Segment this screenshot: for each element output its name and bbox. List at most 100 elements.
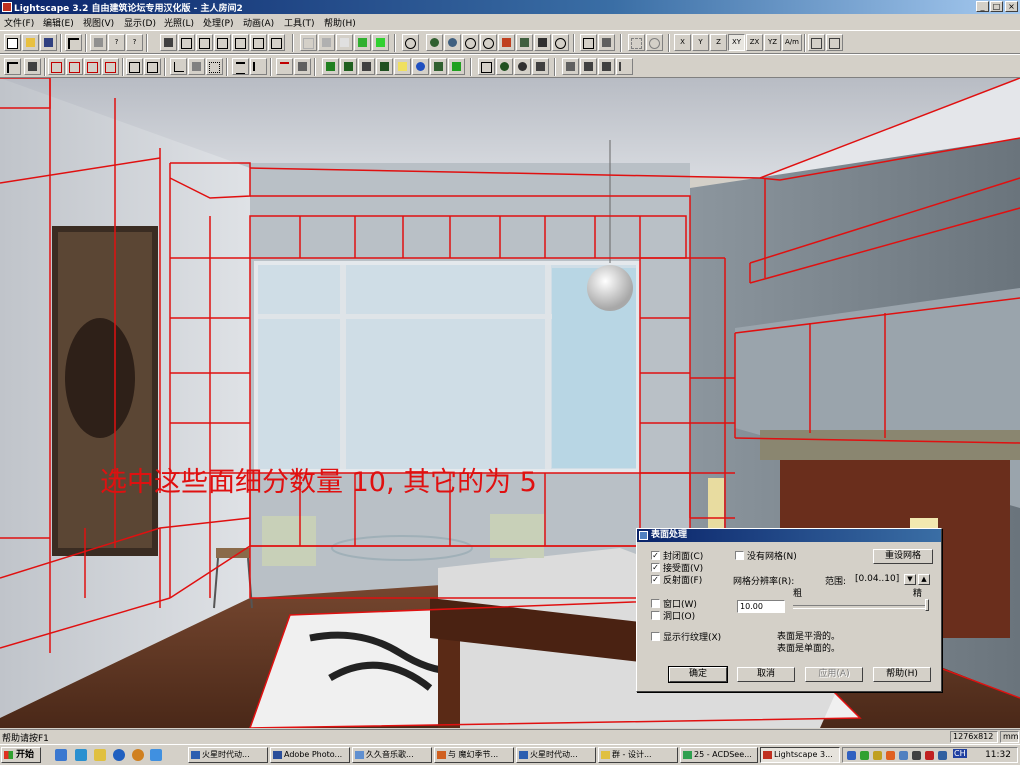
cube-view-6-icon[interactable] [268,34,285,51]
cube-view-1-icon[interactable] [178,34,195,51]
axis-zx-button[interactable]: ZX [746,34,763,51]
menu-process[interactable]: 处理(P) [203,16,233,29]
cancel-button[interactable]: 取消 [737,667,795,682]
outline-cube-icon[interactable] [336,34,353,51]
solution-icon[interactable] [496,58,513,75]
dialog-title[interactable]: 表面处理 [637,529,941,542]
tray-antivirus-icon[interactable] [925,751,934,760]
cube-view-3-icon[interactable] [214,34,231,51]
block-icon[interactable] [340,58,357,75]
view-icon[interactable] [430,58,447,75]
snap-icon[interactable] [808,34,825,51]
select-all-icon[interactable] [102,58,119,75]
cube-view-5-icon[interactable] [250,34,267,51]
wireframe-cube-icon[interactable] [300,34,317,51]
add-point-icon[interactable] [276,58,293,75]
task-button[interactable]: 久久音乐歌... [352,747,432,763]
pan-icon[interactable] [498,34,515,51]
task-button[interactable]: 火星时代动... [188,747,268,763]
task-button[interactable]: 群 - 设计... [598,747,678,763]
angle-icon[interactable] [170,58,187,75]
ok-button[interactable]: 确定 [668,666,728,683]
range-up-icon[interactable]: ▲ [918,574,930,585]
task-button[interactable]: Adobe Photo... [270,747,350,763]
title-bar[interactable]: Lightscape 3.2 自由建筑论坛专用汉化版 - 主人房间2 _ □ × [0,0,1020,14]
select-mode-button[interactable] [160,34,177,51]
rotate-icon[interactable] [552,34,569,51]
material-icon[interactable] [322,58,339,75]
quicklaunch-folder-icon[interactable] [94,749,106,761]
init-icon[interactable] [514,58,531,75]
quicklaunch-messenger-icon[interactable] [150,749,162,761]
resolution-slider-track[interactable] [793,605,929,609]
walker-icon[interactable] [580,58,597,75]
luminaire-icon[interactable] [376,58,393,75]
quicklaunch-media-icon[interactable] [113,749,125,761]
minimize-button[interactable]: _ [976,1,989,12]
task-button[interactable]: 25 - ACDSee... [680,747,758,763]
menu-edit[interactable]: 编辑(E) [43,16,74,29]
axis-yz-button[interactable]: YZ [764,34,781,51]
quicklaunch-clock-icon[interactable] [132,749,144,761]
grid-icon[interactable] [206,58,223,75]
new-file-button[interactable] [4,34,21,51]
stop-icon[interactable] [532,58,549,75]
reset-mesh-button[interactable]: 重设网格 [873,549,933,564]
context-help-icon[interactable]: ? [126,34,143,51]
pointer-icon[interactable] [4,58,21,75]
tree-icon[interactable] [294,58,311,75]
deselect-icon[interactable] [84,58,101,75]
cube-view-2-icon[interactable] [196,34,213,51]
layer-icon[interactable] [358,58,375,75]
menu-light[interactable]: 光照(L) [164,16,194,29]
move-icon[interactable] [628,34,645,51]
process-icon[interactable] [478,58,495,75]
help-button[interactable]: 帮助(H) [873,667,931,682]
tray-monitor-icon[interactable] [912,751,921,760]
task-button[interactable]: 火星时代动... [516,747,596,763]
task-button[interactable]: 与 魔幻季节... [434,747,514,763]
paste-icon[interactable] [144,58,161,75]
zoom-window-icon[interactable] [462,34,479,51]
select-surface-icon[interactable] [24,58,41,75]
clock[interactable]: 11:32 [985,750,1011,760]
camera-icon[interactable] [598,34,615,51]
fly-icon[interactable] [534,34,551,51]
open-file-button[interactable] [22,34,39,51]
axis-am-button[interactable]: A/m [782,34,802,51]
tray-sound-icon[interactable] [873,751,882,760]
zoom-in-icon[interactable] [480,34,497,51]
menu-animation[interactable]: 动画(A) [243,16,274,29]
tray-language[interactable]: CH [953,749,967,758]
axis-y-button[interactable]: Y [692,34,709,51]
resolution-input[interactable]: 10.00 [737,600,785,613]
print-button[interactable] [90,34,107,51]
menu-tools[interactable]: 工具(T) [284,16,315,29]
quicklaunch-ie-icon[interactable] [55,749,67,761]
show-texture-checkbox[interactable] [651,632,660,641]
menu-help[interactable]: 帮助(H) [324,16,356,29]
list-icon[interactable] [232,58,249,75]
walk-icon[interactable] [516,34,533,51]
axis-x-button[interactable]: X [674,34,691,51]
closed-surface-checkbox[interactable]: ✓ [651,551,660,560]
copy-icon[interactable] [126,58,143,75]
apply-button[interactable]: 应用(A) [805,667,863,682]
tray-network-icon[interactable] [847,751,856,760]
cube-view-4-icon[interactable] [232,34,249,51]
select-box-icon[interactable] [66,58,83,75]
orbit-icon[interactable] [444,34,461,51]
undo-button[interactable] [65,34,82,51]
close-button[interactable]: × [1005,1,1018,12]
light-icon[interactable] [394,58,411,75]
save-file-button[interactable] [40,34,57,51]
path-icon[interactable] [562,58,579,75]
app-icon[interactable] [2,2,12,12]
task-button-active[interactable]: Lightscape 3... [760,747,840,763]
opening-checkbox[interactable] [651,611,660,620]
zoom-icon[interactable] [402,34,419,51]
render-icon[interactable] [448,58,465,75]
axis-z-button[interactable]: Z [710,34,727,51]
tray-app-icon[interactable] [886,751,895,760]
window-checkbox[interactable] [651,599,660,608]
